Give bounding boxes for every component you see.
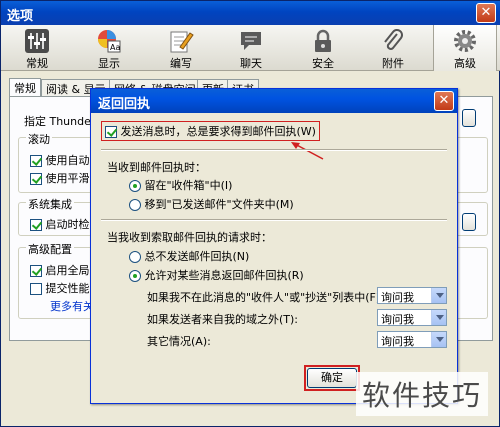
category-toolbar: 常规 Aa 显示 编写 聊天 安全 附件 高级 xyxy=(1,25,500,71)
return-receipts-dialog: 返回回执 ✕ 发送消息时，总是要求得到邮件回执(W) 当收到邮件回执时： 留在"… xyxy=(90,88,458,404)
other-cases-select[interactable]: 询问我 xyxy=(377,331,447,348)
toolbar-item-chat[interactable]: 聊天 xyxy=(221,25,281,71)
toolbar-item-attachments[interactable]: 附件 xyxy=(363,25,423,71)
chevron-down-icon xyxy=(431,310,446,325)
toolbar-label: 聊天 xyxy=(240,57,262,70)
other-cases-label: 其它情况(A): xyxy=(147,335,211,348)
toolbar-item-general[interactable]: 常规 xyxy=(7,25,67,71)
sliders-icon xyxy=(25,29,49,53)
toolbar-label: 高级 xyxy=(454,57,476,70)
always-request-receipt-option[interactable]: 发送消息时，总是要求得到邮件回执(W) xyxy=(101,121,320,141)
submit-performance-option[interactable]: 提交性能 xyxy=(30,280,90,296)
auto-scroll-option[interactable]: 使用自动 xyxy=(30,152,90,168)
auto-scroll-label: 使用自动 xyxy=(45,154,90,167)
ok-button[interactable]: 确定 xyxy=(307,368,357,388)
system-check-button[interactable] xyxy=(462,213,476,231)
not-in-to-cc-value: 询问我 xyxy=(381,291,414,304)
request-heading: 当我收到索取邮件回执的请求时： xyxy=(107,231,272,244)
toolbar-item-display[interactable]: Aa 显示 xyxy=(79,25,139,71)
allow-some-radio[interactable] xyxy=(129,270,141,282)
toolbar-label: 附件 xyxy=(382,57,404,70)
always-request-receipt-checkbox[interactable] xyxy=(105,126,117,138)
dialog-close-button[interactable]: ✕ xyxy=(434,91,454,111)
startup-check-label: 启动时检 xyxy=(45,218,90,231)
compose-icon xyxy=(170,31,194,53)
startup-check-checkbox[interactable] xyxy=(30,219,42,231)
advanced-config-title: 高级配置 xyxy=(26,241,74,257)
move-to-sent-option[interactable]: 移到"已发送邮件"文件夹中(M) xyxy=(129,196,294,212)
window-titlebar: 选项 xyxy=(1,1,500,25)
scroll-group-title: 滚动 xyxy=(26,131,52,147)
never-send-radio[interactable] xyxy=(129,251,141,263)
outside-domain-select[interactable]: 询问我 xyxy=(377,309,447,326)
dialog-body: 发送消息时，总是要求得到邮件回执(W) 当收到邮件回执时： 留在"收件箱"中(I… xyxy=(95,115,453,399)
close-icon: ✕ xyxy=(480,5,492,20)
toolbar-label: 安全 xyxy=(312,57,334,70)
chevron-down-icon xyxy=(431,288,446,303)
toolbar-item-compose[interactable]: 编写 xyxy=(151,25,211,71)
move-to-sent-radio[interactable] xyxy=(129,199,141,211)
more-info-link[interactable]: 更多有关 xyxy=(50,298,94,314)
svg-text:Aa: Aa xyxy=(110,43,120,52)
outside-domain-label: 如果发送者来自我的域之外(T): xyxy=(147,313,299,326)
submit-performance-checkbox[interactable] xyxy=(30,283,42,295)
global-search-checkbox[interactable] xyxy=(30,265,42,277)
submit-performance-label: 提交性能 xyxy=(45,282,90,295)
toolbar-label: 编写 xyxy=(170,57,192,70)
tab-general[interactable]: 常规 xyxy=(9,78,41,97)
separator xyxy=(101,149,447,151)
keep-in-inbox-option[interactable]: 留在"收件箱"中(I) xyxy=(129,177,232,193)
system-group-title: 系统集成 xyxy=(26,196,74,212)
outside-domain-value: 询问我 xyxy=(381,313,414,326)
watermark: 软件技巧 xyxy=(356,372,489,416)
window-close-button[interactable]: ✕ xyxy=(476,3,496,23)
auto-scroll-checkbox[interactable] xyxy=(30,155,42,167)
allow-some-option[interactable]: 允许对某些消息返回邮件回执(R) xyxy=(129,267,304,283)
default-client-button[interactable] xyxy=(462,109,476,127)
chevron-down-icon xyxy=(431,332,446,347)
palette-icon: Aa xyxy=(98,30,121,53)
allow-some-label: 允许对某些消息返回邮件回执(R) xyxy=(144,269,304,282)
separator xyxy=(101,219,447,221)
always-request-receipt-label: 发送消息时，总是要求得到邮件回执(W) xyxy=(120,125,316,138)
keep-in-inbox-label: 留在"收件箱"中(I) xyxy=(144,179,233,192)
dialog-title: 返回回执 xyxy=(98,97,151,112)
other-cases-value: 询问我 xyxy=(381,335,414,348)
close-icon: ✕ xyxy=(438,93,450,108)
never-send-option[interactable]: 总不发送邮件回执(N) xyxy=(129,248,249,264)
not-in-to-cc-label: 如果我不在此消息的"收件人"或"抄送"列表中(F): xyxy=(147,291,384,304)
smooth-scroll-checkbox[interactable] xyxy=(30,173,42,185)
keep-in-inbox-radio[interactable] xyxy=(129,180,141,192)
toolbar-item-security[interactable]: 安全 xyxy=(293,25,353,71)
toolbar-label: 显示 xyxy=(98,57,120,70)
global-search-option[interactable]: 启用全局 xyxy=(30,262,90,278)
dialog-titlebar: 返回回执 xyxy=(91,89,457,113)
global-search-label: 启用全局 xyxy=(45,264,90,277)
move-to-sent-label: 移到"已发送邮件"文件夹中(M) xyxy=(144,198,294,211)
smooth-scroll-label: 使用平滑 xyxy=(45,172,90,185)
not-in-to-cc-select[interactable]: 询问我 xyxy=(377,287,447,304)
window-title: 选项 xyxy=(7,9,34,24)
lock-icon xyxy=(315,29,331,52)
gear-icon xyxy=(454,30,476,52)
received-heading: 当收到邮件回执时： xyxy=(107,161,206,174)
toolbar-label: 常规 xyxy=(26,57,48,70)
smooth-scroll-option[interactable]: 使用平滑 xyxy=(30,170,90,186)
paperclip-icon xyxy=(384,29,403,50)
never-send-label: 总不发送邮件回执(N) xyxy=(144,250,250,263)
chat-icon xyxy=(241,32,261,50)
startup-check-option[interactable]: 启动时检 xyxy=(30,216,90,232)
toolbar-item-advanced[interactable]: 高级 xyxy=(433,25,497,71)
